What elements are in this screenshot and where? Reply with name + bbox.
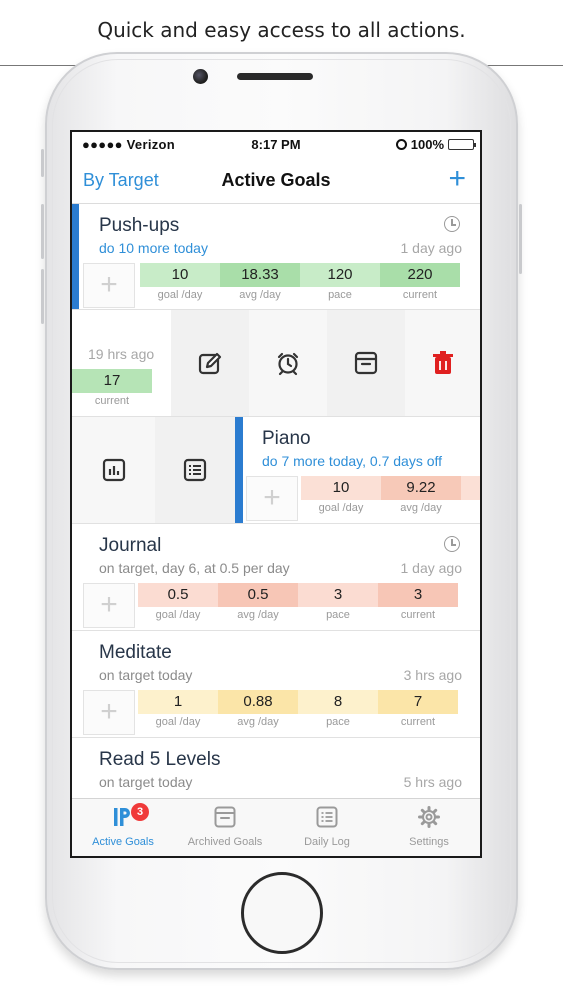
edit-icon <box>198 352 222 375</box>
tab-bar: 3 Active Goals Archived Goals Daily Log … <box>72 798 480 856</box>
add-entry-button[interactable]: + <box>83 263 135 308</box>
goal-stats: 17 current <box>72 369 152 407</box>
log-button[interactable] <box>155 417 235 523</box>
stat-goal-per-day: 0.5 goal /day <box>138 583 218 621</box>
stat-avg-per-day: 18.33 avg /day <box>220 263 300 301</box>
goal-time: 5 hrs ago <box>403 774 462 790</box>
tab-label: Daily Log <box>304 836 350 848</box>
goal-row-read-5-levels[interactable]: Read 5 Levels on target today 5 hrs ago <box>72 738 480 804</box>
stat-current: 220 current <box>380 263 460 301</box>
tab-daily-log[interactable]: Daily Log <box>276 799 378 856</box>
add-goal-button[interactable]: + <box>448 162 466 196</box>
goal-stats: 10 goal /day 18.33 avg /day 120 pace 220 cur… <box>140 263 460 301</box>
tab-archived-goals[interactable]: Archived Goals <box>174 799 276 856</box>
archive-icon <box>214 806 236 828</box>
trash-icon <box>432 351 453 374</box>
volume-down-button <box>41 269 44 324</box>
power-button <box>519 204 522 274</box>
stat-pace: 8 pace <box>298 690 378 728</box>
app-screen: ●●●●● Verizon 8:17 PM 100% By Target Act… <box>70 130 482 858</box>
goal-row-meditate[interactable]: Meditate on target today 3 hrs ago + 1 go… <box>72 631 480 738</box>
stat-goal-per-day: 10 goal /day <box>140 263 220 301</box>
nav-bar: By Target Active Goals + <box>72 158 480 204</box>
goal-row-push-ups[interactable]: Push-ups do 10 more today 1 day ago + 10… <box>72 204 480 310</box>
battery-percent: 100% <box>410 137 444 152</box>
clock-icon[interactable] <box>444 536 460 552</box>
stat-current: 3 current <box>378 583 458 621</box>
stat-avg-per-day: 9.22 avg /day <box>381 476 461 514</box>
goal-stats: 0.5 goal /day 0.5 avg /day 3 pace 3 current <box>138 583 458 621</box>
front-camera <box>193 69 208 84</box>
edit-button[interactable] <box>171 310 249 416</box>
tab-active-goals[interactable]: 3 Active Goals <box>72 799 174 856</box>
goal-time: 1 day ago <box>400 560 463 576</box>
add-entry-button[interactable]: + <box>83 690 135 735</box>
page-title: Active Goals <box>221 170 331 190</box>
clock-icon[interactable] <box>444 216 460 232</box>
goal-accent-bar <box>72 204 79 309</box>
archive-icon <box>354 351 378 375</box>
tab-label: Settings <box>409 836 449 848</box>
goal-time: 1 day ago <box>400 240 463 256</box>
earpiece-speaker <box>237 73 313 80</box>
alarm-clock-icon <box>277 352 299 376</box>
alarm-status-icon <box>395 139 407 150</box>
goal-row-journal[interactable]: Journal on target, day 6, at 0.5 per day… <box>72 524 480 631</box>
notification-badge: 3 <box>131 803 149 821</box>
tab-label: Archived Goals <box>187 836 263 848</box>
goal-time: 3 hrs ago <box>403 667 462 683</box>
goal-name: Meditate <box>99 642 172 663</box>
goal-time: 19 hrs ago <box>88 346 155 362</box>
goal-name: Journal <box>99 535 162 556</box>
add-entry-button[interactable]: + <box>83 583 135 628</box>
goal-subtitle: on target today <box>99 774 193 790</box>
goal-row-swiped-actions[interactable]: 19 hrs ago 17 current <box>72 310 480 417</box>
bar-chart-icon <box>102 458 125 482</box>
goal-name: Piano <box>262 428 311 449</box>
stat-current: 7 current <box>378 690 458 728</box>
goal-row-piano[interactable]: Piano do 7 more today, 0.7 days off + 10… <box>72 417 480 524</box>
caption: Quick and easy access to all actions. <box>97 18 466 42</box>
goal-name: Read 5 Levels <box>99 749 221 770</box>
stat-avg-per-day: 0.88 avg /day <box>218 690 298 728</box>
goal-stats: 1 goal /day 0.88 avg /day 8 pace 7 current <box>138 690 458 728</box>
tab-label: Active Goals <box>92 836 154 848</box>
volume-up-button <box>41 204 44 259</box>
battery-icon <box>448 139 476 150</box>
list-icon <box>316 806 338 828</box>
goal-subtitle: do 10 more today <box>99 240 208 256</box>
goal-stats: 10 goal /day 9.22 avg /day <box>301 476 480 514</box>
stat-avg-per-day: 0.5 avg /day <box>218 583 298 621</box>
archive-button[interactable] <box>327 310 405 416</box>
goal-subtitle: on target, day 6, at 0.5 per day <box>99 560 290 576</box>
stats-button[interactable] <box>72 417 155 523</box>
stat-current: 17 current <box>72 369 152 407</box>
reminder-button[interactable] <box>249 310 327 416</box>
goal-content-piano: Piano do 7 more today, 0.7 days off + 10… <box>235 417 480 523</box>
goal-subtitle: on target today <box>99 667 193 683</box>
stat-goal-per-day: 10 goal /day <box>301 476 381 514</box>
goal-accent-bar <box>235 417 243 523</box>
mute-switch <box>41 149 44 177</box>
status-bar: ●●●●● Verizon 8:17 PM 100% <box>72 132 480 158</box>
stat-pace: 3 pace <box>298 583 378 621</box>
goal-subtitle: do 7 more today, 0.7 days off <box>262 453 443 469</box>
list-icon <box>183 458 207 482</box>
delete-button[interactable] <box>405 310 480 416</box>
home-button[interactable] <box>241 872 323 954</box>
stat-goal-per-day: 1 goal /day <box>138 690 218 728</box>
stat-pace: 120 pace <box>300 263 380 301</box>
gear-icon <box>418 806 440 828</box>
stat-pace <box>461 476 480 514</box>
goal-name: Push-ups <box>99 215 180 236</box>
tab-settings[interactable]: Settings <box>378 799 480 856</box>
add-entry-button[interactable]: + <box>246 476 298 521</box>
